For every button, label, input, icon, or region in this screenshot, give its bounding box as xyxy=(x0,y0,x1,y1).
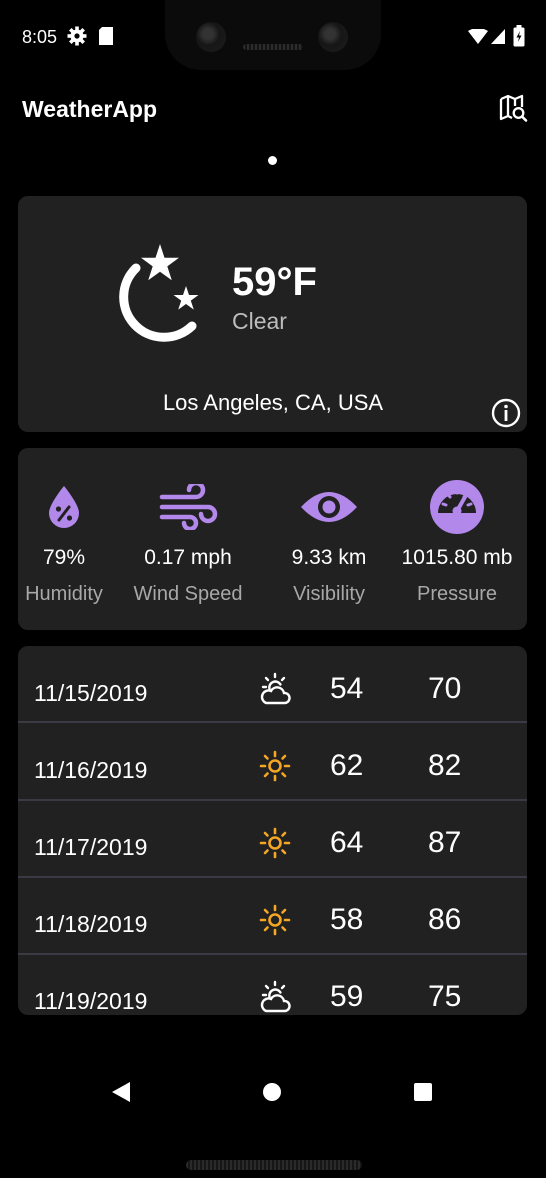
gauge-icon xyxy=(430,480,484,534)
home-button[interactable] xyxy=(263,1083,281,1101)
current-condition: Clear xyxy=(232,308,287,334)
pressure-label: Pressure xyxy=(416,583,498,605)
back-icon[interactable] xyxy=(111,1081,131,1103)
current-temperature: 59°F xyxy=(232,260,317,304)
forecast-high: 86 xyxy=(428,903,462,936)
status-bar: 8:05 xyxy=(0,0,546,72)
signal-icon xyxy=(491,29,505,44)
wind-speed-label: Wind Speed xyxy=(133,583,243,605)
forecast-row[interactable]: 11/15/2019 54 70 xyxy=(18,646,527,723)
sunny-icon xyxy=(259,904,291,936)
forecast-date: 11/18/2019 xyxy=(34,911,148,937)
info-icon[interactable] xyxy=(490,397,522,429)
forecast-low: 59 xyxy=(330,980,364,1013)
forecast-low: 64 xyxy=(330,826,364,859)
gear-icon xyxy=(67,26,87,46)
stat-humidity: 79% Humidity xyxy=(0,478,128,606)
visibility-label: Visibility xyxy=(293,583,365,605)
humidity-icon xyxy=(49,486,79,528)
app-title: WeatherApp xyxy=(22,96,158,122)
forecast-high: 87 xyxy=(428,826,462,859)
sunny-icon xyxy=(259,750,291,782)
map-search-icon[interactable] xyxy=(498,93,528,123)
stat-visibility: 9.33 km Visibility xyxy=(265,478,393,606)
forecast-date: 11/16/2019 xyxy=(34,757,148,783)
stat-pressure: 1015.80 mb Pressure xyxy=(393,478,521,606)
page-indicator-dot xyxy=(268,156,277,165)
forecast-date: 11/17/2019 xyxy=(34,834,148,860)
forecast-low: 62 xyxy=(330,749,364,782)
earpiece-speaker xyxy=(243,44,303,50)
battery-icon xyxy=(513,25,525,47)
forecast-low: 58 xyxy=(330,903,364,936)
partly-cloudy-icon xyxy=(260,980,291,1013)
wind-icon xyxy=(159,484,218,530)
forecast-row[interactable]: 11/19/2019 59 75 xyxy=(18,954,527,1015)
forecast-list[interactable]: 11/15/2019 54 70 11/16/2019 62 82 11/17/… xyxy=(18,646,527,1015)
front-camera-left xyxy=(196,22,226,52)
sd-card-icon xyxy=(99,27,113,45)
moon-stars-icon xyxy=(119,244,199,342)
humidity-value: 79% xyxy=(42,546,86,569)
stat-wind-speed: 0.17 mph Wind Speed xyxy=(124,478,252,606)
partly-cloudy-icon xyxy=(260,672,291,705)
forecast-row[interactable]: 11/16/2019 62 82 xyxy=(18,723,527,800)
front-camera-right xyxy=(318,22,348,52)
bottom-speaker xyxy=(186,1160,362,1170)
forecast-high: 82 xyxy=(428,749,462,782)
recents-button[interactable] xyxy=(414,1083,432,1101)
wind-speed-value: 0.17 mph xyxy=(144,546,232,569)
forecast-row[interactable]: 11/17/2019 64 87 xyxy=(18,800,527,877)
wifi-icon xyxy=(468,29,488,44)
location-label: Los Angeles, CA, USA xyxy=(162,390,384,415)
forecast-row[interactable]: 11/18/2019 58 86 xyxy=(18,877,527,954)
forecast-low: 54 xyxy=(330,672,364,705)
forecast-date: 11/15/2019 xyxy=(34,680,148,706)
humidity-label: Humidity xyxy=(25,583,103,605)
forecast-high: 70 xyxy=(428,672,462,705)
pressure-value: 1015.80 mb xyxy=(401,546,513,569)
visibility-value: 9.33 km xyxy=(291,546,367,569)
forecast-date: 11/19/2019 xyxy=(34,988,148,1014)
sunny-icon xyxy=(259,827,291,859)
forecast-high: 75 xyxy=(428,980,462,1013)
status-time: 8:05 xyxy=(22,27,58,47)
eye-icon xyxy=(301,492,357,522)
